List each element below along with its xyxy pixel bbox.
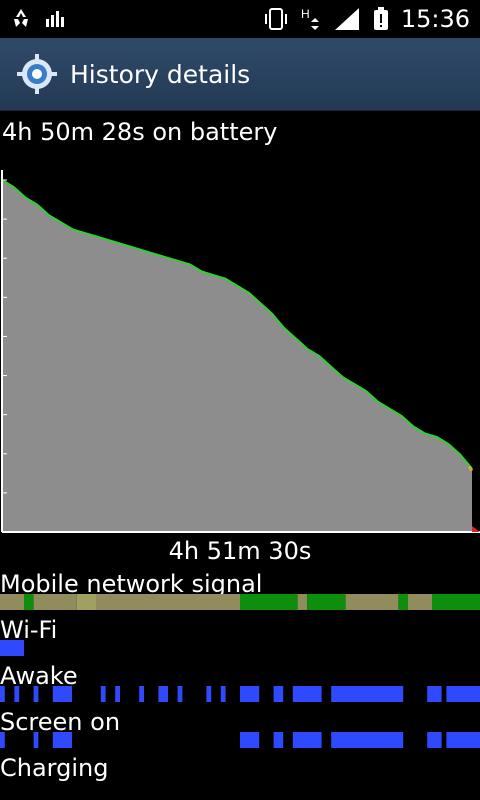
status-bar: H 15:36 <box>0 0 480 38</box>
awake-segment <box>446 686 480 702</box>
gear-icon <box>16 53 58 95</box>
recycle-icon <box>10 7 32 29</box>
status-right-icons: H 15:36 <box>263 4 470 34</box>
awake-segment <box>240 686 260 702</box>
track-mobile-network-signal <box>0 594 480 610</box>
signal-segment <box>408 594 432 610</box>
screen-segment <box>273 732 284 748</box>
track-screen-on <box>0 732 480 748</box>
title-bar: History details <box>0 38 480 111</box>
status-time: 15:36 <box>400 5 470 33</box>
screen-segment <box>52 732 72 748</box>
svg-text:H: H <box>301 7 310 21</box>
awake-segment <box>115 686 120 702</box>
signal-segment <box>24 594 34 610</box>
screen-segment <box>0 732 5 748</box>
status-left-icons <box>10 7 66 29</box>
battery-alert-icon <box>371 6 391 32</box>
history-duration: 4h 51m 30s <box>168 537 312 565</box>
screen-segment <box>33 732 39 748</box>
data-h-icon: H <box>299 6 323 32</box>
screen-segment <box>427 732 442 748</box>
screen-segment <box>331 732 404 748</box>
page-title: History details <box>70 59 251 89</box>
battery-time-text: 4h 50m 28s on battery <box>2 118 278 146</box>
awake-segment <box>177 686 183 702</box>
battery-graph-svg <box>1 170 480 533</box>
awake-segment <box>206 686 212 702</box>
track-awake <box>0 686 480 702</box>
vibrate-icon <box>263 6 289 32</box>
awake-segment <box>139 686 144 702</box>
signal-icon <box>333 6 361 32</box>
awake-segment <box>273 686 284 702</box>
signal-segment <box>0 594 24 610</box>
track-wifi <box>0 640 480 656</box>
signal-segment <box>432 594 480 610</box>
screen-segment <box>446 732 480 748</box>
bar-chart-icon <box>44 7 66 29</box>
awake-segment <box>331 686 404 702</box>
awake-segment <box>14 686 20 702</box>
awake-segment <box>0 686 5 702</box>
wifi-segment <box>0 640 24 656</box>
signal-segment <box>307 594 346 610</box>
awake-segment <box>100 686 106 702</box>
awake-segment <box>33 686 39 702</box>
awake-segment <box>220 686 226 702</box>
signal-segment <box>76 594 96 610</box>
awake-segment <box>52 686 72 702</box>
signal-segment <box>240 594 298 610</box>
signal-segment <box>345 594 399 610</box>
battery-graph <box>0 160 480 535</box>
signal-segment <box>398 594 408 610</box>
awake-segment <box>292 686 322 702</box>
signal-segment <box>96 594 240 610</box>
battery-area <box>2 180 472 532</box>
screen-segment <box>240 732 260 748</box>
track-charging <box>0 778 480 794</box>
screen-segment <box>292 732 322 748</box>
signal-segment <box>297 594 308 610</box>
awake-segment <box>158 686 168 702</box>
signal-segment <box>33 594 77 610</box>
awake-segment <box>427 686 442 702</box>
